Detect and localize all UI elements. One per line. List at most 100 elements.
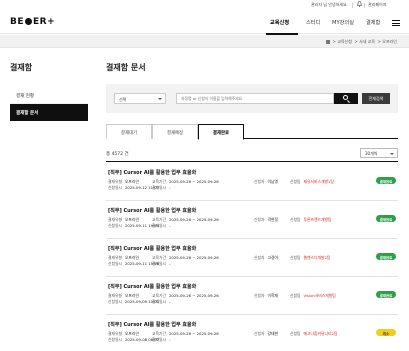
date-label: 신청일시 (108, 261, 122, 266)
tab-completed[interactable]: 결재완료 (198, 124, 244, 140)
search-type-select[interactable]: 선택 (114, 93, 166, 104)
applicant-label: 신청자 (254, 179, 265, 184)
applicant-value: 이남영 (267, 179, 278, 184)
logo-text-left: BE (10, 17, 25, 27)
nav-my-classroom[interactable]: MY강의실 (332, 19, 354, 26)
dept-value: 제유서비스개발1팀 (303, 179, 334, 184)
page-size-value: 30개씩 (365, 151, 378, 156)
course-title[interactable]: [직무] Cursor AI를 활용한 업무 효율화 (108, 245, 196, 252)
mypage-link[interactable]: 관리페이지 (368, 2, 386, 8)
applicant-meta: 신청자 이학재 (254, 293, 278, 299)
select-value: 선택 (119, 97, 127, 102)
list-item[interactable]: [직무] Cursor AI를 활용한 업무 효율화 결재유형 오프라인 신청일시 20… (106, 315, 398, 351)
period-value: 2025-09-26 ~ 2025-09-26 (168, 217, 219, 222)
approve-meta: 결재일시 - (152, 185, 170, 191)
dept-meta: 신청팀 메고나합커뮤니티2팀 (290, 331, 337, 337)
approve-value: - (168, 299, 171, 304)
type-value: 오프라인 (124, 179, 139, 184)
search-input[interactable] (176, 93, 334, 104)
sidebar-item-documents[interactable]: 결재할 문서 (10, 104, 88, 121)
list-divider (106, 161, 398, 162)
status-badge: 취소 (376, 329, 396, 336)
status-tabs: 결재대기 결재예정 결재완료 (106, 124, 398, 140)
approve-value: - (168, 185, 171, 190)
user-greeting: 관리자 님 안녕하세요. (311, 2, 348, 7)
course-title[interactable]: [직무] Cursor AI를 활용한 업무 효율화 (108, 283, 196, 290)
page-title: 결재함 문서 (106, 63, 146, 72)
approve-meta: 결재일시 - (152, 337, 170, 343)
chevron-down-icon (390, 152, 394, 155)
breadcrumb-item[interactable]: 교육신청 (337, 39, 352, 44)
list-item[interactable]: [직무] Cursor AI를 활용한 업무 효율화 결재유형 오프라인 신청일시 20… (106, 277, 398, 315)
list-item[interactable]: [직무] Cursor AI를 활용한 업무 효율화 결재유형 오프라인 신청일시 20… (106, 239, 398, 277)
type-label: 결재유형 (108, 179, 122, 184)
applicant-value: 이학재 (267, 293, 278, 298)
approve-meta: 결재일시 - (152, 261, 170, 267)
approve-meta: 결재일시 - (152, 299, 170, 305)
type-label: 결재유형 (108, 331, 122, 336)
applicant-label: 신청자 (254, 331, 265, 336)
nav-apply[interactable]: 교육신청 (270, 19, 289, 26)
search-icon (343, 95, 348, 100)
dept-label: 신청팀 (290, 293, 301, 298)
approve-label: 결재일시 (152, 223, 166, 228)
result-count: 총 4572 건 (106, 152, 129, 157)
sidebar-item-status[interactable]: 결재 현황 (10, 87, 88, 104)
date-label: 신청일시 (108, 223, 122, 228)
logo-text-right: ER+ (33, 17, 56, 27)
search-button[interactable] (334, 93, 358, 104)
type-value: 오프라인 (124, 331, 139, 336)
type-label: 결재유형 (108, 255, 122, 260)
tab-scheduled[interactable]: 결재예정 (152, 124, 198, 139)
dept-meta: 신청팀 제유서비스개발1팀 (290, 179, 334, 185)
period-value: 2025-09-26 ~ 2025-09-26 (168, 255, 219, 260)
approve-value: - (168, 261, 171, 266)
date-label: 신청일시 (108, 299, 122, 304)
period-label: 교육기간 (152, 179, 166, 184)
dept-meta: 신청팀 웹젠스디개발2팀 (290, 255, 330, 261)
dept-label: 신청팀 (290, 217, 301, 222)
status-badge: 결재완료 (376, 177, 396, 184)
dept-label: 신청팀 (290, 179, 301, 184)
breadcrumb-item[interactable]: 사내 교육 (359, 39, 375, 44)
course-title[interactable]: [직무] Cursor AI를 활용한 업무 효율화 (108, 169, 196, 176)
type-value: 오프라인 (124, 293, 139, 298)
course-title[interactable]: [직무] Cursor AI를 활용한 업무 효율화 (108, 207, 196, 214)
breadcrumb-item[interactable]: 오프라인 (382, 39, 397, 44)
dept-value: 웹젠스디개발2팀 (303, 255, 331, 260)
applicant-value: 강태현 (267, 331, 278, 336)
period-label: 교육기간 (152, 293, 166, 298)
applicant-value: 곽현정 (267, 217, 278, 222)
chevron-down-icon (158, 98, 162, 100)
main-header: BE ER+ 교육신청 스터디 MY강의실 결제함 (0, 12, 409, 34)
sidebar-title: 결재함 (10, 63, 33, 72)
home-icon[interactable] (326, 39, 331, 44)
divider (352, 3, 353, 8)
utility-bar: 관리자 님 안녕하세요. 관리페이지 (0, 0, 409, 12)
approve-label: 결재일시 (152, 185, 166, 190)
period-value: 2025-09-26 ~ 2025-09-26 (168, 293, 219, 298)
hamburger-icon[interactable] (392, 20, 400, 26)
bell-icon[interactable] (357, 1, 362, 8)
dept-value: 메고나합커뮤니티2팀 (303, 331, 338, 336)
period-value: 2025-09-26 ~ 2025-09-26 (168, 179, 219, 184)
dept-label: 신청팀 (290, 331, 301, 336)
search-all-button[interactable]: 전체검색 (362, 93, 390, 104)
applicant-meta: 신청자 고경아 (254, 255, 278, 261)
dept-label: 신청팀 (290, 255, 301, 260)
list-item[interactable]: [직무] Cursor AI를 활용한 업무 효율화 결재유형 오프라인 신청일시 20… (106, 163, 398, 201)
period-label: 교육기간 (152, 255, 166, 260)
list-item[interactable]: [직무] Cursor AI를 활용한 업무 효율화 결재유형 오프라인 신청일시 20… (106, 201, 398, 239)
search-panel: 선택 전체검색 (106, 84, 398, 113)
logo[interactable]: BE ER+ (10, 17, 55, 27)
nav-study[interactable]: 스터디 (306, 19, 320, 26)
dept-meta: 신청팀 Vision서비스개발팀 (290, 293, 336, 299)
page-size-select[interactable]: 30개씩 (360, 148, 398, 158)
course-title[interactable]: [직무] Cursor AI를 활용한 업무 효율화 (108, 321, 196, 328)
applicant-label: 신청자 (254, 255, 265, 260)
tab-pending[interactable]: 결재대기 (106, 124, 152, 139)
divider (364, 3, 365, 8)
period-label: 교육기간 (152, 331, 166, 336)
applicant-value: 고경아 (267, 255, 278, 260)
nav-payment[interactable]: 결제함 (366, 19, 380, 26)
